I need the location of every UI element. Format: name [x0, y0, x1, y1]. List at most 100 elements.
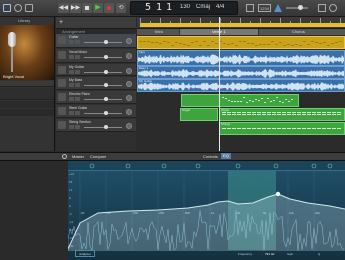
mute-button[interactable]	[69, 55, 74, 59]
mute-button[interactable]	[69, 70, 74, 74]
eq-band-handle	[275, 191, 281, 197]
eq-frequency-label: 20	[81, 211, 85, 215]
mute-button[interactable]	[69, 83, 74, 87]
solo-button[interactable]	[75, 125, 80, 129]
lcd-key: Cmaj	[196, 4, 211, 10]
midi-notes-2	[222, 112, 341, 129]
record-button[interactable]	[104, 3, 114, 13]
volume-knob[interactable]	[104, 111, 108, 115]
mute-button[interactable]	[69, 40, 74, 44]
loop-browser-icon[interactable]	[329, 4, 337, 12]
mute-button[interactable]	[69, 111, 74, 115]
tab-eq[interactable]: EQ	[221, 153, 231, 159]
count-in-badge[interactable]: 1234	[258, 4, 271, 12]
eq-band-toggle	[311, 163, 317, 169]
volume-slider[interactable]	[84, 127, 122, 128]
solo-button[interactable]	[75, 55, 80, 59]
waveform-1	[138, 54, 344, 65]
volume-slider[interactable]	[84, 85, 122, 86]
lcd-beat: 1	[156, 2, 163, 13]
track-name: Vocal Mono	[69, 50, 88, 54]
track-header[interactable]: Electric Piano	[56, 91, 136, 104]
eq-db-label: -12	[69, 220, 74, 224]
eq-db-label: -6	[69, 212, 72, 216]
playhead[interactable]	[219, 17, 220, 151]
track-header[interactable]: Vocal Mono	[56, 49, 136, 63]
region-label-organ-1: Organ	[182, 108, 191, 112]
volume-slider[interactable]	[84, 113, 122, 114]
pan-knob[interactable]	[126, 123, 132, 129]
solo-button[interactable]	[75, 111, 80, 115]
stop-button[interactable]	[82, 3, 92, 13]
library-item[interactable]	[0, 109, 54, 116]
pan-knob[interactable]	[126, 81, 132, 87]
pan-knob[interactable]	[126, 109, 132, 115]
track-header[interactable]: My Guitar	[56, 64, 136, 76]
solo-button[interactable]	[75, 97, 80, 101]
tab-master[interactable]: Master	[72, 154, 84, 159]
track-header[interactable]: Guitar	[56, 34, 136, 48]
pan-knob[interactable]	[126, 95, 132, 101]
analyzer-button[interactable]: Analyzer	[75, 250, 95, 257]
volume-knob[interactable]	[104, 55, 108, 59]
editor-left-gutter	[0, 161, 68, 260]
eq-db-label: 6	[69, 196, 71, 200]
tab-controls[interactable]: Controls	[203, 154, 218, 159]
eq-graph: 20501002005001k2k5k10k20k+24181260-6-12-…	[68, 163, 345, 252]
solo-button[interactable]	[75, 40, 80, 44]
solo-button[interactable]	[75, 83, 80, 87]
volume-slider[interactable]	[84, 72, 122, 73]
track-name: Steel Guitar	[69, 106, 88, 110]
track-name: My Guitar	[69, 65, 85, 69]
volume-slider[interactable]	[84, 42, 122, 43]
volume-knob[interactable]	[104, 70, 108, 74]
instrument-icon	[58, 93, 66, 101]
eq-band-toggle	[89, 163, 95, 169]
pan-knob[interactable]	[126, 53, 132, 59]
mute-button[interactable]	[69, 125, 74, 129]
volume-knob[interactable]	[104, 125, 108, 129]
instrument-icon	[58, 36, 66, 44]
add-track-button[interactable]: +	[59, 19, 65, 26]
volume-knob[interactable]	[104, 83, 108, 87]
patch-name: Bright Vocal	[3, 74, 25, 79]
forward-button[interactable]: ▶▶	[70, 3, 81, 13]
track-header[interactable]: String Section	[56, 119, 136, 132]
solo-button[interactable]	[75, 70, 80, 74]
eq-db-label: 18	[69, 180, 73, 184]
cycle-region[interactable]	[140, 23, 345, 27]
eq-band-toggle	[125, 163, 131, 169]
track-header[interactable]: Steel Guitar	[56, 105, 136, 118]
note-pad-icon[interactable]	[318, 4, 326, 12]
library-item[interactable]	[0, 101, 54, 108]
lcd-sub: 1	[166, 2, 173, 13]
track-header[interactable]: My Bass	[56, 77, 136, 90]
cycle-button[interactable]: ⟲	[116, 3, 126, 13]
eq-band-toggle	[195, 163, 201, 169]
library-category-row[interactable]	[0, 81, 54, 87]
library-toggle-icon[interactable]	[3, 4, 11, 12]
tuner-icon[interactable]	[246, 4, 254, 12]
track-name: My Bass	[69, 78, 83, 82]
eq-db-label: 0	[69, 204, 71, 208]
readout-frequency-value[interactable]: 791 Hz	[265, 252, 275, 256]
pan-knob[interactable]	[126, 38, 132, 44]
tab-compare[interactable]: Compare	[90, 154, 106, 159]
info-icon[interactable]	[62, 154, 67, 159]
library-list[interactable]	[0, 88, 54, 100]
editor-toolbar	[0, 152, 345, 161]
volume-slider[interactable]	[84, 57, 122, 58]
smart-controls-icon[interactable]	[25, 4, 33, 12]
readout-q-label: Q	[318, 252, 321, 256]
help-icon[interactable]	[14, 4, 22, 12]
master-volume-slider[interactable]	[286, 5, 308, 10]
rewind-button[interactable]: ◀◀	[58, 3, 69, 13]
play-button[interactable]: ▶	[93, 3, 103, 13]
mute-button[interactable]	[69, 97, 74, 101]
pan-knob[interactable]	[126, 68, 132, 74]
volume-knob[interactable]	[104, 97, 108, 101]
volume-knob[interactable]	[104, 40, 108, 44]
volume-slider[interactable]	[84, 99, 122, 100]
track-name: Guitar	[69, 35, 79, 39]
eq-db-label: +24	[69, 172, 74, 176]
